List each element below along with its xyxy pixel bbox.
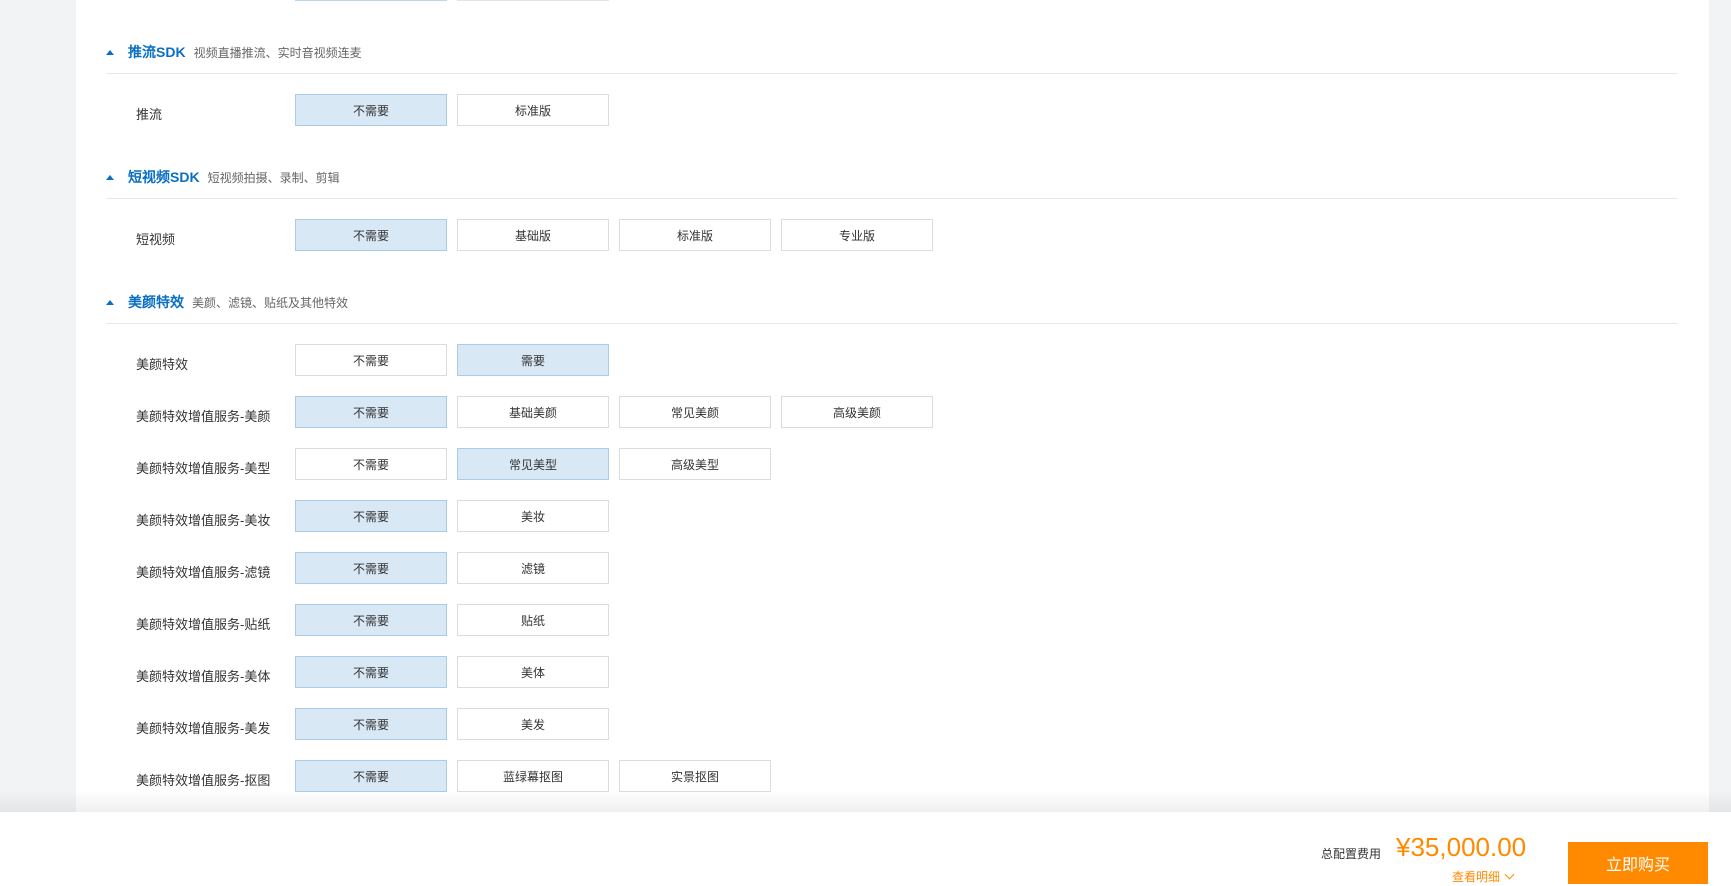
clipped-option-selected[interactable] xyxy=(295,0,447,1)
config-row-beauty-face: 美颜特效增值服务-美颜 不需要 基础美颜 常见美颜 高级美颜 xyxy=(76,396,1709,428)
option-button[interactable]: 美妆 xyxy=(457,500,609,532)
option-group: 不需要 贴纸 xyxy=(295,604,609,636)
config-panel: 推流SDK 视频直播推流、实时音视频连麦 推流 不需要 标准版 短视频SDK 短… xyxy=(76,0,1709,886)
purchase-footer: 总配置费用 ¥35,000.00 查看明细 立即购买 xyxy=(0,812,1731,886)
option-group: 不需要 基础版 标准版 专业版 xyxy=(295,219,933,251)
option-button[interactable]: 高级美型 xyxy=(619,448,771,480)
section-header-push[interactable]: 推流SDK 视频直播推流、实时音视频连麦 xyxy=(106,42,362,62)
option-group: 不需要 基础美颜 常见美颜 高级美颜 xyxy=(295,396,933,428)
caret-up-icon[interactable] xyxy=(106,174,114,180)
config-row-beauty-matting: 美颜特效增值服务-抠图 不需要 蓝绿幕抠图 实景抠图 xyxy=(76,760,1709,792)
buy-now-button[interactable]: 立即购买 xyxy=(1568,842,1708,884)
config-row-beauty-shape: 美颜特效增值服务-美型 不需要 常见美型 高级美型 xyxy=(76,448,1709,480)
row-label: 美颜特效增值服务-美体 xyxy=(136,669,271,684)
caret-up-icon[interactable] xyxy=(106,299,114,305)
option-button[interactable]: 标准版 xyxy=(457,94,609,126)
footer-shadow xyxy=(0,790,1731,812)
option-button[interactable]: 不需要 xyxy=(295,708,447,740)
row-label: 美颜特效 xyxy=(136,357,189,372)
option-button[interactable]: 常见美颜 xyxy=(619,396,771,428)
chevron-down-icon xyxy=(1504,869,1515,880)
section-desc-shortvideo: 短视频拍摄、录制、剪辑 xyxy=(207,170,340,185)
option-button[interactable]: 蓝绿幕抠图 xyxy=(457,760,609,792)
section-title-beauty: 美颜特效 xyxy=(128,294,184,310)
section-divider xyxy=(106,323,1678,324)
section-title-shortvideo: 短视频SDK xyxy=(128,169,200,185)
section-header-shortvideo[interactable]: 短视频SDK 短视频拍摄、录制、剪辑 xyxy=(106,167,340,187)
option-group: 不需要 需要 xyxy=(295,344,609,376)
option-button[interactable]: 不需要 xyxy=(295,219,447,251)
option-group: 不需要 标准版 xyxy=(295,94,609,126)
option-group: 不需要 滤镜 xyxy=(295,552,609,584)
total-cost-price: ¥35,000.00 xyxy=(1396,832,1527,862)
config-row-beauty-sticker: 美颜特效增值服务-贴纸 不需要 贴纸 xyxy=(76,604,1709,636)
option-button[interactable]: 基础版 xyxy=(457,219,609,251)
config-row-beauty: 美颜特效 不需要 需要 xyxy=(76,344,1709,376)
option-button[interactable]: 不需要 xyxy=(295,604,447,636)
option-group: 不需要 美体 xyxy=(295,656,609,688)
section-desc-push: 视频直播推流、实时音视频连麦 xyxy=(193,45,362,60)
option-group: 不需要 美妆 xyxy=(295,500,609,532)
option-button[interactable]: 不需要 xyxy=(295,94,447,126)
option-button[interactable]: 标准版 xyxy=(619,219,771,251)
config-row-shortvideo: 短视频 不需要 基础版 标准版 专业版 xyxy=(76,219,1709,251)
option-group: 不需要 蓝绿幕抠图 实景抠图 xyxy=(295,760,771,792)
caret-up-icon[interactable] xyxy=(106,49,114,55)
section-divider xyxy=(106,198,1678,199)
section-header-beauty[interactable]: 美颜特效 美颜、滤镜、贴纸及其他特效 xyxy=(106,292,348,312)
option-button[interactable]: 基础美颜 xyxy=(457,396,609,428)
view-details-label: 查看明细 xyxy=(1452,870,1501,884)
row-label: 美颜特效增值服务-滤镜 xyxy=(136,565,271,580)
row-label: 短视频 xyxy=(136,232,176,247)
option-button[interactable]: 不需要 xyxy=(295,448,447,480)
option-button[interactable]: 不需要 xyxy=(295,344,447,376)
config-row-push: 推流 不需要 标准版 xyxy=(76,94,1709,126)
option-button[interactable]: 滤镜 xyxy=(457,552,609,584)
section-title-push: 推流SDK xyxy=(128,44,186,60)
config-row-beauty-hair: 美颜特效增值服务-美发 不需要 美发 xyxy=(76,708,1709,740)
row-label: 美颜特效增值服务-贴纸 xyxy=(136,617,271,632)
section-desc-beauty: 美颜、滤镜、贴纸及其他特效 xyxy=(192,295,349,310)
option-button[interactable]: 贴纸 xyxy=(457,604,609,636)
option-button[interactable]: 不需要 xyxy=(295,500,447,532)
row-label: 美颜特效增值服务-美妆 xyxy=(136,513,271,528)
view-details-link[interactable]: 查看明细 xyxy=(1452,868,1515,885)
section-divider xyxy=(106,73,1678,74)
top-clipped-options xyxy=(76,0,1709,1)
option-group: 不需要 美发 xyxy=(295,708,609,740)
row-label: 美颜特效增值服务-美发 xyxy=(136,721,271,736)
option-button[interactable]: 专业版 xyxy=(781,219,933,251)
option-button[interactable]: 高级美颜 xyxy=(781,396,933,428)
row-label: 美颜特效增值服务-美型 xyxy=(136,461,271,476)
option-button[interactable]: 不需要 xyxy=(295,656,447,688)
option-button[interactable]: 美发 xyxy=(457,708,609,740)
total-cost-label: 总配置费用 xyxy=(1321,847,1382,861)
config-row-beauty-makeup: 美颜特效增值服务-美妆 不需要 美妆 xyxy=(76,500,1709,532)
option-group: 不需要 常见美型 高级美型 xyxy=(295,448,771,480)
option-button[interactable]: 不需要 xyxy=(295,760,447,792)
config-row-beauty-body: 美颜特效增值服务-美体 不需要 美体 xyxy=(76,656,1709,688)
row-label: 美颜特效增值服务-美颜 xyxy=(136,409,271,424)
clipped-option[interactable] xyxy=(457,0,609,1)
option-button[interactable]: 不需要 xyxy=(295,396,447,428)
option-button[interactable]: 常见美型 xyxy=(457,448,609,480)
option-button[interactable]: 美体 xyxy=(457,656,609,688)
option-button[interactable]: 实景抠图 xyxy=(619,760,771,792)
config-row-beauty-filter: 美颜特效增值服务-滤镜 不需要 滤镜 xyxy=(76,552,1709,584)
option-button[interactable]: 需要 xyxy=(457,344,609,376)
row-label: 推流 xyxy=(136,107,163,122)
row-label: 美颜特效增值服务-抠图 xyxy=(136,773,271,788)
option-button[interactable]: 不需要 xyxy=(295,552,447,584)
